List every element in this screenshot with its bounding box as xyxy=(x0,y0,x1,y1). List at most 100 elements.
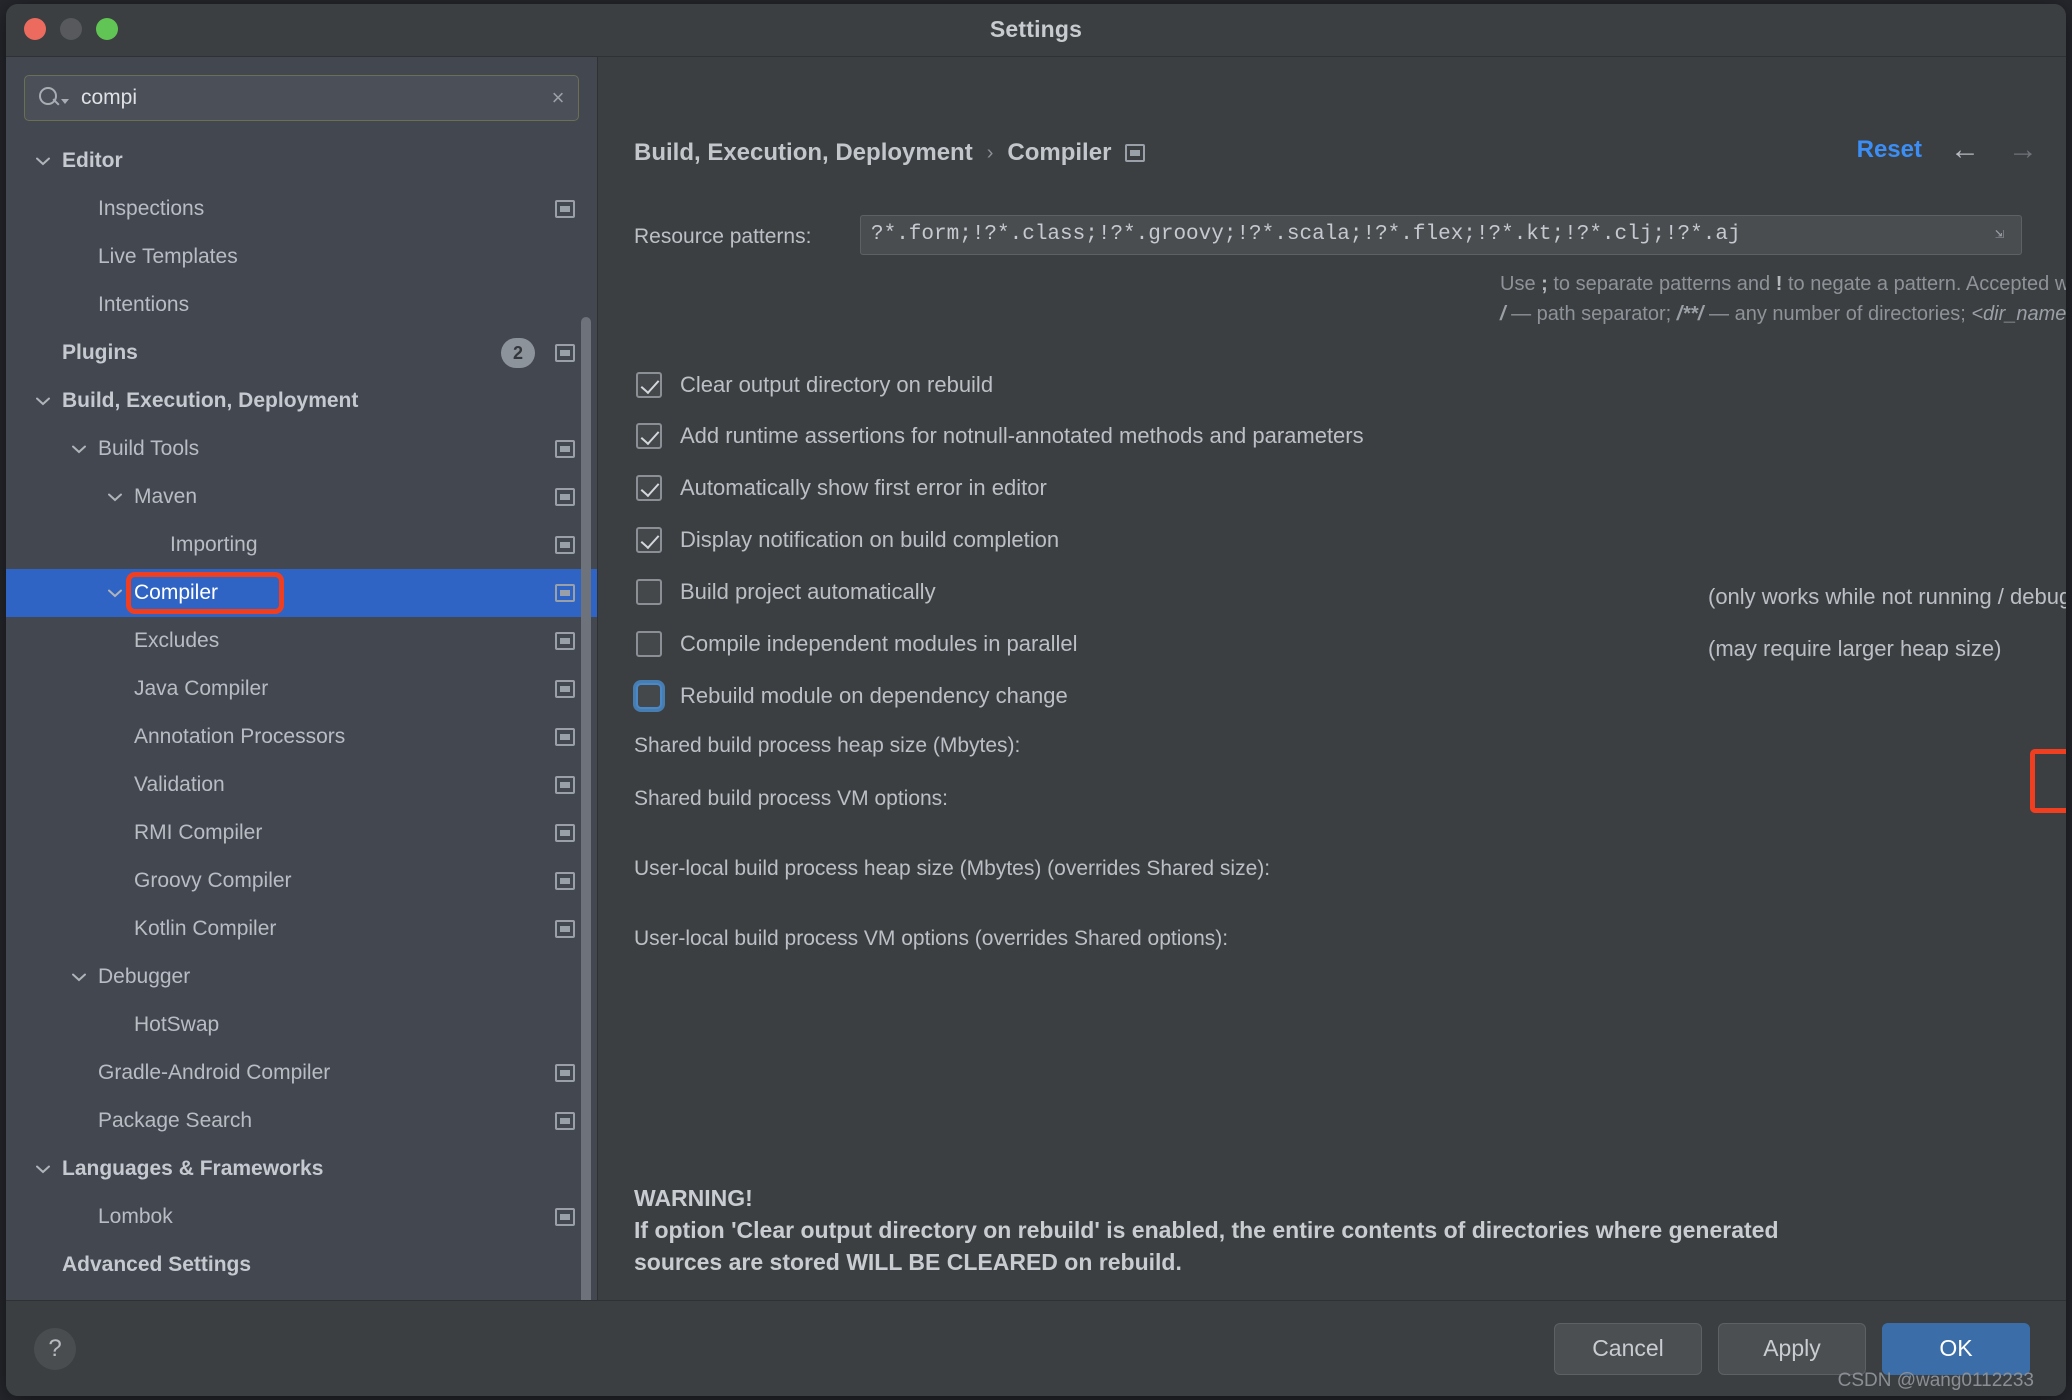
sidebar-item-label: Kotlin Compiler xyxy=(134,917,276,941)
sidebar-item-debugger[interactable]: Debugger xyxy=(6,953,597,1001)
settings-sync-icon[interactable] xyxy=(1125,144,1145,162)
sidebar-item-label: Excludes xyxy=(134,629,219,653)
sidebar-item-java-compiler[interactable]: Java Compiler xyxy=(6,665,597,713)
sidebar-item-compiler[interactable]: Compiler xyxy=(6,569,597,617)
reset-button[interactable]: Reset xyxy=(1857,136,1922,164)
sidebar-item-label: Inspections xyxy=(98,197,204,221)
sidebar-item-importing[interactable]: Importing xyxy=(6,521,597,569)
settings-sync-icon[interactable] xyxy=(555,632,575,650)
sidebar-item-intentions[interactable]: Intentions xyxy=(6,281,597,329)
sidebar-item-build-tools[interactable]: Build Tools xyxy=(6,425,597,473)
user-local-heap-size-label: User-local build process heap size (Mbyt… xyxy=(634,857,1270,881)
sidebar-item-live-templates[interactable]: Live Templates xyxy=(6,233,597,281)
sidebar-item-excludes[interactable]: Excludes xyxy=(6,617,597,665)
checkbox-indicator[interactable] xyxy=(636,631,662,657)
checkbox-build-project-automatically[interactable]: Build project automatically xyxy=(636,579,936,605)
checkbox-indicator[interactable] xyxy=(636,423,662,449)
sidebar-item-editor[interactable]: Editor xyxy=(6,137,597,185)
settings-main-panel: Build, Execution, Deployment › Compiler … xyxy=(598,57,2066,1300)
checkbox-show-first-error[interactable]: Automatically show first error in editor xyxy=(636,475,1047,501)
back-arrow-icon[interactable]: ← xyxy=(1950,135,1980,165)
checkbox-add-runtime-assertions[interactable]: Add runtime assertions for notnull-annot… xyxy=(636,423,1364,449)
settings-sync-icon[interactable] xyxy=(555,584,575,602)
clear-search-icon[interactable]: × xyxy=(538,87,578,109)
search-icon xyxy=(37,85,63,111)
checkbox-indicator[interactable] xyxy=(636,372,662,398)
sidebar-item-kotlin-compiler[interactable]: Kotlin Compiler xyxy=(6,905,597,953)
chevron-down-icon[interactable] xyxy=(104,582,126,604)
checkbox-display-notification[interactable]: Display notification on build completion xyxy=(636,527,1059,553)
sidebar-item-maven[interactable]: Maven xyxy=(6,473,597,521)
resource-patterns-label: Resource patterns: xyxy=(634,225,811,249)
settings-sync-icon[interactable] xyxy=(555,824,575,842)
warning-text: WARNING! If option 'Clear output directo… xyxy=(634,1182,2034,1278)
settings-sync-icon[interactable] xyxy=(555,344,575,362)
settings-sync-icon[interactable] xyxy=(555,728,575,746)
chevron-down-icon[interactable] xyxy=(32,390,54,412)
settings-sync-icon[interactable] xyxy=(555,1064,575,1082)
sidebar-item-label: Java Compiler xyxy=(134,677,268,701)
chevron-down-icon[interactable] xyxy=(68,966,90,988)
settings-tree[interactable]: Editor Inspections Live Templates Intention… xyxy=(6,133,597,1300)
sidebar-item-validation[interactable]: Validation xyxy=(6,761,597,809)
sidebar-item-gradle-android-compiler[interactable]: Gradle-Android Compiler xyxy=(6,1049,597,1097)
sidebar-item-label: RMI Compiler xyxy=(134,821,262,845)
settings-sync-icon[interactable] xyxy=(555,680,575,698)
window-titlebar: Settings xyxy=(6,4,2066,56)
settings-body: × Editor Inspections Live Templates Intenti… xyxy=(6,56,2066,1300)
expand-editor-icon[interactable]: ⇲ xyxy=(1995,226,2013,244)
sidebar-item-label: Maven xyxy=(134,485,197,509)
settings-sync-icon[interactable] xyxy=(555,920,575,938)
settings-sync-icon[interactable] xyxy=(555,536,575,554)
resource-patterns-input[interactable]: ?*.form;!?*.class;!?*.groovy;!?*.scala;!… xyxy=(860,215,2022,255)
sidebar-item-label: Intentions xyxy=(98,293,189,317)
cancel-button[interactable]: Cancel xyxy=(1554,1323,1702,1375)
sidebar-item-build-execution-deployment[interactable]: Build, Execution, Deployment xyxy=(6,377,597,425)
forward-arrow-icon[interactable]: → xyxy=(2008,135,2038,165)
settings-sync-icon[interactable] xyxy=(555,1112,575,1130)
settings-sync-icon[interactable] xyxy=(555,872,575,890)
settings-sync-icon[interactable] xyxy=(555,1208,575,1226)
breadcrumb-leaf: Compiler xyxy=(1007,139,1111,167)
sidebar-item-package-search[interactable]: Package Search xyxy=(6,1097,597,1145)
sidebar-item-label: Live Templates xyxy=(98,245,238,269)
sidebar-item-plugins[interactable]: Plugins2 xyxy=(6,329,597,377)
sidebar-item-annotation-processors[interactable]: Annotation Processors xyxy=(6,713,597,761)
sidebar-item-languages-frameworks[interactable]: Languages & Frameworks xyxy=(6,1145,597,1193)
settings-sync-icon[interactable] xyxy=(555,200,575,218)
ok-button[interactable]: OK xyxy=(1882,1323,2030,1375)
sidebar-item-label: Languages & Frameworks xyxy=(62,1157,323,1181)
settings-sync-icon[interactable] xyxy=(555,776,575,794)
search-input[interactable] xyxy=(69,86,538,110)
sidebar-item-rmi-compiler[interactable]: RMI Compiler xyxy=(6,809,597,857)
checkbox-indicator[interactable] xyxy=(636,527,662,553)
checkbox-compile-modules-parallel[interactable]: Compile independent modules in parallel xyxy=(636,631,1077,657)
chevron-down-icon[interactable] xyxy=(68,438,90,460)
checkbox-clear-output-directory[interactable]: Clear output directory on rebuild xyxy=(636,372,993,398)
search-box[interactable]: × xyxy=(24,75,579,121)
checkbox-indicator[interactable] xyxy=(636,475,662,501)
checkbox-indicator[interactable] xyxy=(636,683,662,709)
chevron-down-icon[interactable] xyxy=(32,1158,54,1180)
window-title: Settings xyxy=(6,16,2066,43)
checkbox-indicator[interactable] xyxy=(636,579,662,605)
sidebar-item-label: Compiler xyxy=(134,581,218,605)
sidebar-scrollbar-thumb[interactable] xyxy=(581,317,591,1342)
sidebar-item-label: Gradle-Android Compiler xyxy=(98,1061,330,1085)
apply-button[interactable]: Apply xyxy=(1718,1323,1866,1375)
chevron-down-icon[interactable] xyxy=(32,150,54,172)
sidebar-item-groovy-compiler[interactable]: Groovy Compiler xyxy=(6,857,597,905)
sidebar-item-inspections[interactable]: Inspections xyxy=(6,185,597,233)
sidebar-item-lombok[interactable]: Lombok xyxy=(6,1193,597,1241)
sidebar-item-hotswap[interactable]: HotSwap xyxy=(6,1001,597,1049)
settings-sync-icon[interactable] xyxy=(555,488,575,506)
settings-sync-icon[interactable] xyxy=(555,440,575,458)
sidebar-item-advanced-settings[interactable]: Advanced Settings xyxy=(6,1241,597,1289)
breadcrumb-root[interactable]: Build, Execution, Deployment xyxy=(634,139,973,167)
annotation-box-heap-size xyxy=(2030,749,2066,813)
checkbox-label: Automatically show first error in editor xyxy=(680,475,1047,501)
sidebar-scrollbar[interactable] xyxy=(581,317,591,1342)
checkbox-rebuild-module-on-dependency-change[interactable]: Rebuild module on dependency change xyxy=(636,683,1068,709)
help-button[interactable]: ? xyxy=(34,1328,76,1370)
chevron-down-icon[interactable] xyxy=(104,486,126,508)
